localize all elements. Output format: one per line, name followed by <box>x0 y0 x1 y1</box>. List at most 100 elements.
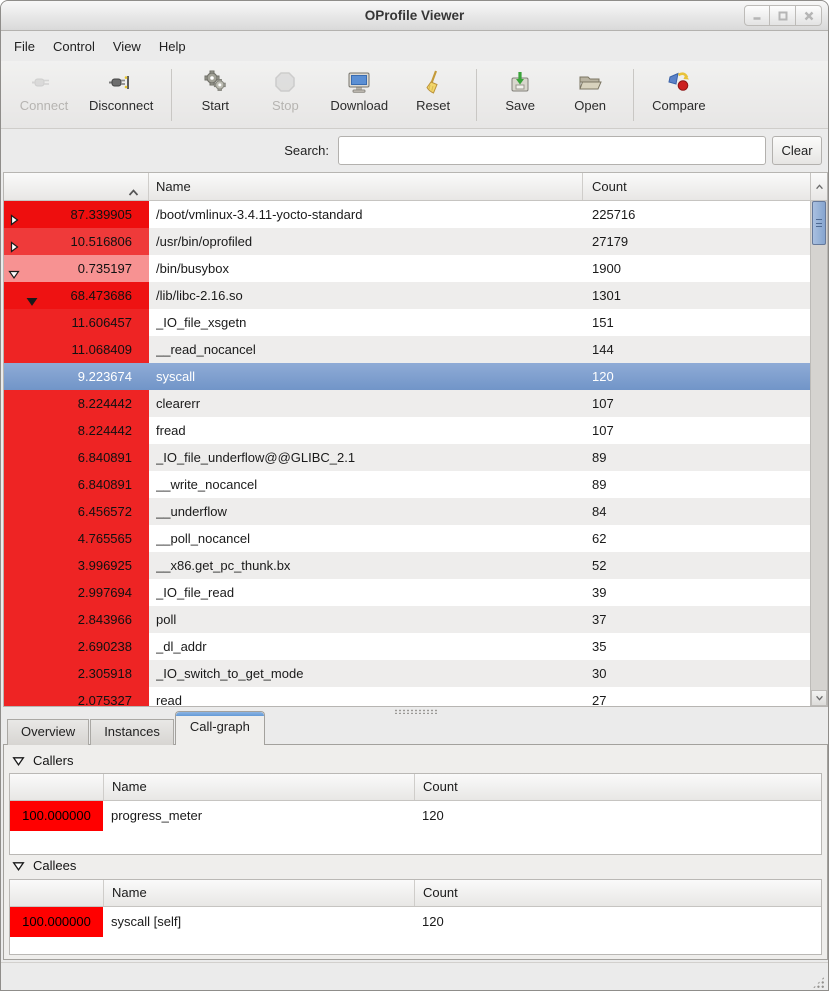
callers-column-count[interactable]: Count <box>414 774 821 800</box>
samples-treeview: Name Count 87.339905/boot/vmlinux-3.4.11… <box>3 172 828 707</box>
tree-row-io-file-xsgetn[interactable]: 11.606457_IO_file_xsgetn151 <box>4 309 810 336</box>
tab-instances[interactable]: Instances <box>90 719 174 745</box>
tree-row-poll[interactable]: 2.843966poll37 <box>4 606 810 633</box>
expander-open-icon[interactable] <box>26 289 38 301</box>
search-input[interactable] <box>338 136 766 165</box>
scrollbar-grip-icon <box>816 219 822 227</box>
maximize-icon <box>777 10 789 22</box>
count-cell: 62 <box>592 525 606 552</box>
start-button[interactable]: Start <box>180 65 250 125</box>
percent-cell: 11.606457 <box>4 309 149 336</box>
clear-button[interactable]: Clear <box>772 136 822 165</box>
toolbar-button-label: Start <box>202 98 229 113</box>
tree-row-dl-addr[interactable]: 2.690238_dl_addr35 <box>4 633 810 660</box>
percent-cell: 6.840891 <box>4 444 149 471</box>
scroll-down-button[interactable] <box>811 690 827 706</box>
callees-table-header: Name Count <box>10 880 821 907</box>
expander-closed-icon[interactable] <box>8 208 20 220</box>
callers-column-name[interactable]: Name <box>103 774 391 800</box>
minimize-button[interactable] <box>744 5 770 26</box>
maximize-button[interactable] <box>770 5 796 26</box>
stop-icon <box>272 69 298 95</box>
callees-column-name[interactable]: Name <box>103 880 391 906</box>
scrollbar-thumb[interactable] <box>812 201 826 245</box>
percent-cell: 68.473686 <box>4 282 149 309</box>
count-cell: 84 <box>592 498 606 525</box>
menu-help[interactable]: Help <box>150 32 195 61</box>
oprofile-viewer-window: OProfile Viewer FileControlViewHelp Conn… <box>0 0 829 991</box>
close-icon <box>803 10 815 22</box>
titlebar[interactable]: OProfile Viewer <box>1 1 828 31</box>
tree-row-io-file-underflow-glibc-2-1[interactable]: 6.840891_IO_file_underflow@@GLIBC_2.189 <box>4 444 810 471</box>
percent-cell: 87.339905 <box>4 201 149 228</box>
tree-row-poll-nocancel[interactable]: 4.765565__poll_nocancel62 <box>4 525 810 552</box>
percent-value: 2.075327 <box>78 693 132 706</box>
open-icon <box>577 69 603 95</box>
percent-cell: 10.516806 <box>4 228 149 255</box>
tab-call-graph[interactable]: Call-graph <box>175 711 265 745</box>
menu-control[interactable]: Control <box>44 32 104 61</box>
tree-row-x86-get-pc-thunk-bx[interactable]: 3.996925__x86.get_pc_thunk.bx52 <box>4 552 810 579</box>
callees-expander[interactable]: Callees <box>12 858 76 873</box>
count-cell: 35 <box>592 633 606 660</box>
percent-cell: 3.996925 <box>4 552 149 579</box>
percent-cell: 100.000000 <box>10 801 103 831</box>
callees-column-count[interactable]: Count <box>414 880 821 906</box>
percent-cell: 6.840891 <box>4 471 149 498</box>
download-button[interactable]: Download <box>320 65 398 125</box>
percent-cell: 8.224442 <box>4 390 149 417</box>
menu-view[interactable]: View <box>104 32 150 61</box>
percent-value: 10.516806 <box>71 234 132 249</box>
name-cell: syscall <box>156 363 576 390</box>
percent-cell: 4.765565 <box>4 525 149 552</box>
percent-value: 4.765565 <box>78 531 132 546</box>
tree-row-bin-busybox[interactable]: 0.735197/bin/busybox1900 <box>4 255 810 282</box>
count-cell: 27 <box>592 687 606 706</box>
expander-open-icon[interactable] <box>8 262 20 274</box>
tab-overview[interactable]: Overview <box>7 719 89 745</box>
column-header-name[interactable]: Name <box>148 173 582 200</box>
tree-row-read-nocancel[interactable]: 11.068409__read_nocancel144 <box>4 336 810 363</box>
vertical-scrollbar[interactable] <box>810 201 827 706</box>
tree-row-io-switch-to-get-mode[interactable]: 2.305918_IO_switch_to_get_mode30 <box>4 660 810 687</box>
window-controls <box>744 5 822 26</box>
name-cell: __underflow <box>156 498 576 525</box>
reset-button[interactable]: Reset <box>398 65 468 125</box>
save-button[interactable]: Save <box>485 65 555 125</box>
compare-button[interactable]: Compare <box>642 65 715 125</box>
tree-row-lib-libc-2-16-so[interactable]: 68.473686/lib/libc-2.16.so1301 <box>4 282 810 309</box>
start-icon <box>202 69 228 95</box>
callers-table: Name Count 100.000000 progress_meter 120 <box>9 773 822 855</box>
tree-row-clearerr[interactable]: 8.224442clearerr107 <box>4 390 810 417</box>
column-header-count[interactable]: Count <box>582 173 811 200</box>
tree-row-fread[interactable]: 8.224442fread107 <box>4 417 810 444</box>
tree-header: Name Count <box>4 173 827 201</box>
name-cell: __read_nocancel <box>156 336 576 363</box>
percent-cell: 2.843966 <box>4 606 149 633</box>
callees-row[interactable]: 100.000000 syscall [self] 120 <box>10 907 821 937</box>
expander-closed-icon[interactable] <box>8 235 20 247</box>
tree-row-read[interactable]: 2.075327read27 <box>4 687 810 706</box>
menu-file[interactable]: File <box>5 32 44 61</box>
callers-table-header: Name Count <box>10 774 821 801</box>
tree-row-io-file-read[interactable]: 2.997694_IO_file_read39 <box>4 579 810 606</box>
disconnect-button[interactable]: Disconnect <box>79 65 163 125</box>
close-button[interactable] <box>796 5 822 26</box>
tree-row-syscall[interactable]: 9.223674syscall120 <box>4 363 810 390</box>
tree-row-underflow[interactable]: 6.456572 __underflow 84 <box>4 498 810 525</box>
resize-grip[interactable] <box>812 976 825 989</box>
tree-row-usr-bin-oprofiled[interactable]: 10.516806/usr/bin/oprofiled27179 <box>4 228 810 255</box>
scroll-up-button[interactable] <box>810 173 827 200</box>
tree-row-write-nocancel[interactable]: 6.840891__write_nocancel89 <box>4 471 810 498</box>
percent-cell: 11.068409 <box>4 336 149 363</box>
callers-expander[interactable]: Callers <box>12 753 73 768</box>
tree-row-boot-vmlinux-3-4-11-yocto-standard[interactable]: 87.339905/boot/vmlinux-3.4.11-yocto-stan… <box>4 201 810 228</box>
percent-cell: 6.456572 <box>4 498 149 525</box>
column-header-percent[interactable] <box>4 173 148 200</box>
disconnect-icon <box>108 69 134 95</box>
name-cell: /bin/busybox <box>156 255 576 282</box>
callers-row[interactable]: 100.000000 progress_meter 120 <box>10 801 821 831</box>
open-button[interactable]: Open <box>555 65 625 125</box>
count-cell: 107 <box>592 417 614 444</box>
toolbar-button-label: Reset <box>416 98 450 113</box>
